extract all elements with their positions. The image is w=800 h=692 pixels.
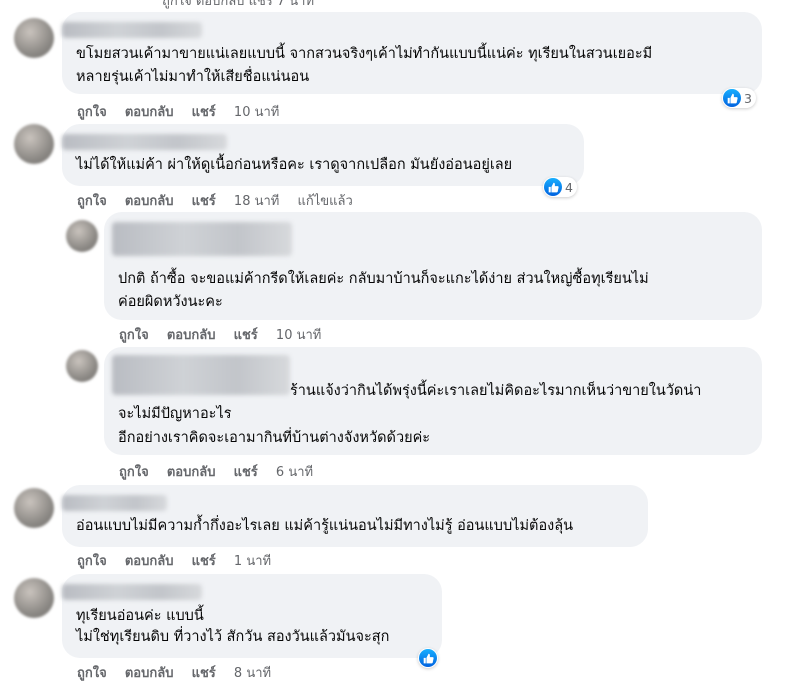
like-button[interactable]: ถูกใจ xyxy=(77,554,107,569)
reply-button[interactable]: ตอบกลับ xyxy=(125,194,174,209)
comment-bubble: ขโมยสวนเค้ามาขายแน่เลยแบบนี้ จากสวนจริงๆ… xyxy=(62,12,762,94)
share-button[interactable]: แชร์ xyxy=(234,328,258,343)
comment-bubble: ไม่ได้ให้แม่ค้า ผ่าให้ดูเนื้อก่อนหรือคะ … xyxy=(62,124,584,186)
avatar[interactable] xyxy=(14,488,54,528)
timestamp[interactable]: 6 นาที xyxy=(276,465,313,480)
timestamp[interactable]: 10 นาที xyxy=(276,328,321,343)
avatar[interactable] xyxy=(14,124,54,164)
comment-text-line: ไม่ใช่ทุเรียนดิบ ที่วางไว้ สักวัน สองวัน… xyxy=(76,629,390,645)
share-button[interactable]: แชร์ xyxy=(234,465,258,480)
edited-label[interactable]: แก้ไขแล้ว xyxy=(298,194,353,209)
like-button[interactable]: ถูกใจ xyxy=(119,465,149,480)
share-button[interactable]: แชร์ xyxy=(192,666,216,681)
comment-bubble: ปกติ ถ้าซื้อ จะขอแม่ค้ากรีดให้เลยค่ะ กลั… xyxy=(104,212,762,320)
author-name[interactable] xyxy=(62,584,202,600)
like-button[interactable]: ถูกใจ xyxy=(119,328,149,343)
comment-text-line: อ่อนแบบไม่มีความก้ำกึ่งอะไรเลย แม่ค้ารู้… xyxy=(76,518,574,534)
comment-text-line: อีกอย่างเราคิดจะเอามากินที่บ้านต่างจังหว… xyxy=(118,430,431,446)
reply-button[interactable]: ตอบกลับ xyxy=(125,105,174,120)
comment-bubble: ทุเรียนอ่อนค่ะ แบบนี้ ไม่ใช่ทุเรียนดิบ ท… xyxy=(62,574,442,658)
comment-actions: ถูกใจ ตอบกลับ แชร์ 18 นาที แก้ไขแล้ว xyxy=(77,190,367,211)
comment-actions: ถูกใจ ตอบกลับ แชร์ 10 นาที xyxy=(77,101,293,122)
author-name[interactable] xyxy=(62,22,202,38)
author-name[interactable] xyxy=(112,355,290,395)
share-button[interactable]: แชร์ xyxy=(192,554,216,569)
reply-button[interactable]: ตอบกลับ xyxy=(167,328,216,343)
reply-button[interactable]: ตอบกลับ xyxy=(125,554,174,569)
comment-text-line: ร้านแจ้งว่ากินได้พรุ่งนี้ค่ะเราเลยไม่คิด… xyxy=(290,383,702,399)
avatar[interactable] xyxy=(14,578,54,618)
timestamp[interactable]: 8 นาที xyxy=(234,666,271,681)
like-button[interactable]: ถูกใจ xyxy=(77,194,107,209)
timestamp[interactable]: 18 นาที xyxy=(234,194,279,209)
comment-text-line: ไม่ได้ให้แม่ค้า ผ่าให้ดูเนื้อก่อนหรือคะ … xyxy=(76,157,513,173)
reaction-count[interactable]: 4 xyxy=(543,177,577,197)
comment-text-line: จะไม่มีปัญหาอะไร xyxy=(118,406,232,422)
comment-text-line: หลายรุ่นเค้าไม่มาทำให้เสียชื่อแน่นอน xyxy=(76,69,310,85)
author-name[interactable] xyxy=(112,222,292,256)
avatar[interactable] xyxy=(66,350,98,382)
avatar[interactable] xyxy=(66,220,98,252)
author-name[interactable] xyxy=(62,495,167,511)
share-button[interactable]: แชร์ xyxy=(192,105,216,120)
comment-text-line: ค่อยผิดหวังนะคะ xyxy=(118,294,223,310)
comment-bubble: ร้านแจ้งว่ากินได้พรุ่งนี้ค่ะเราเลยไม่คิด… xyxy=(104,347,762,455)
reply-button[interactable]: ตอบกลับ xyxy=(167,465,216,480)
like-icon xyxy=(419,649,437,667)
comment-actions: ถูกใจ ตอบกลับ แชร์ 1 นาที xyxy=(77,550,285,571)
reaction-badge[interactable] xyxy=(418,648,438,668)
comment-text-line: ปกติ ถ้าซื้อ จะขอแม่ค้ากรีดให้เลยค่ะ กลั… xyxy=(118,271,649,287)
like-icon xyxy=(723,89,741,107)
reply-button[interactable]: ตอบกลับ xyxy=(125,666,174,681)
timestamp[interactable]: 1 นาที xyxy=(234,554,271,569)
comment-text-line: ทุเรียนอ่อนค่ะ แบบนี้ xyxy=(76,608,204,624)
avatar[interactable] xyxy=(14,18,54,58)
like-button[interactable]: ถูกใจ xyxy=(77,666,107,681)
comment-bubble: อ่อนแบบไม่มีความก้ำกึ่งอะไรเลย แม่ค้ารู้… xyxy=(62,485,648,547)
comment-text-line: ขโมยสวนเค้ามาขายแน่เลยแบบนี้ จากสวนจริงๆ… xyxy=(76,46,653,62)
comment-actions: ถูกใจ ตอบกลับ แชร์ 6 นาที xyxy=(119,461,327,482)
reaction-count[interactable]: 3 xyxy=(722,88,756,108)
partial-actions-row: ถูกใจ ตอบกลับ แชร์ 7 นาที xyxy=(162,0,315,9)
share-button[interactable]: แชร์ xyxy=(192,194,216,209)
author-name[interactable] xyxy=(62,134,227,150)
like-button[interactable]: ถูกใจ xyxy=(77,105,107,120)
comment-actions: ถูกใจ ตอบกลับ แชร์ 8 นาที xyxy=(77,662,285,683)
timestamp[interactable]: 10 นาที xyxy=(234,105,279,120)
like-icon xyxy=(544,178,562,196)
comment-actions: ถูกใจ ตอบกลับ แชร์ 10 นาที xyxy=(119,324,335,345)
